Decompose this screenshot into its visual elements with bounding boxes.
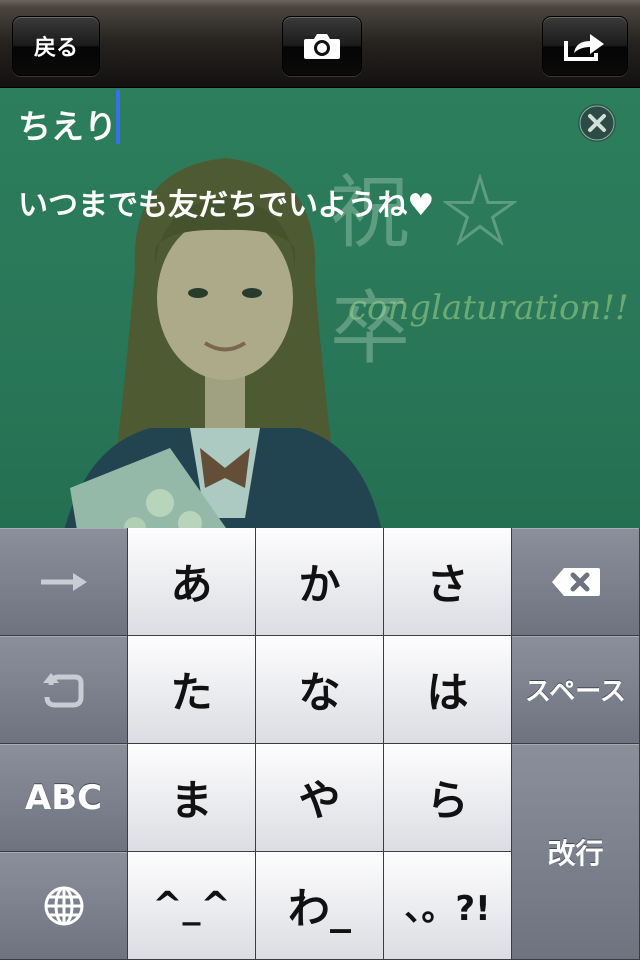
key-a[interactable]: あ	[128, 528, 256, 636]
message-text-field[interactable]: いつまでも友だちでいようね♥	[18, 180, 434, 224]
key-label: な	[298, 668, 341, 717]
return-key[interactable]: 改行	[512, 744, 640, 960]
share-icon	[564, 34, 604, 61]
photo-editor[interactable]: 祝☆卒 conglaturation!! ちえり いつまでも友だちでいようね♥	[0, 88, 640, 528]
key-label: や	[298, 776, 341, 825]
abc-key-label: ABC	[24, 777, 103, 818]
arrow-right-icon	[40, 572, 87, 591]
key-label: さ	[426, 560, 469, 609]
space-key[interactable]: スペース	[512, 636, 640, 744]
space-key-label: スペース	[525, 677, 626, 707]
key-label: た	[170, 668, 213, 717]
key-sa[interactable]: さ	[384, 528, 512, 636]
back-button[interactable]: 戻る	[12, 16, 100, 76]
key-wa[interactable]: わ_	[256, 852, 384, 960]
return-key-label: 改行	[547, 836, 604, 870]
text-cursor	[116, 90, 120, 144]
undo-icon	[42, 672, 83, 707]
key-label: ま	[170, 776, 213, 825]
camera-icon	[304, 34, 340, 59]
key-label: か	[298, 560, 341, 609]
photo-tint	[0, 88, 640, 528]
key-label: ら	[426, 776, 469, 825]
key-label: は	[426, 668, 469, 717]
key-ya[interactable]: や	[256, 744, 384, 852]
globe-icon	[44, 886, 83, 925]
backspace-icon	[551, 567, 600, 596]
clear-x-icon	[579, 105, 615, 141]
globe-key[interactable]	[0, 852, 128, 960]
share-button[interactable]	[542, 16, 628, 76]
key-emoticon[interactable]: ^_^	[128, 852, 256, 960]
top-toolbar: 戻る	[0, 0, 640, 88]
camera-button[interactable]	[282, 16, 362, 76]
key-ma[interactable]: ま	[128, 744, 256, 852]
key-ha[interactable]: は	[384, 636, 512, 744]
key-ra[interactable]: ら	[384, 744, 512, 852]
key-label: あ	[170, 560, 213, 609]
key-label: 、。?!	[404, 889, 491, 929]
name-text-field[interactable]: ちえり	[18, 100, 117, 148]
key-ta[interactable]: た	[128, 636, 256, 744]
key-label: わ_	[287, 884, 351, 933]
key-na[interactable]: な	[256, 636, 384, 744]
backspace-key[interactable]	[512, 528, 640, 636]
key-label: ^_^	[152, 885, 231, 926]
back-button-label: 戻る	[33, 36, 78, 61]
clear-text-button[interactable]	[578, 104, 616, 142]
key-ka[interactable]: か	[256, 528, 384, 636]
key-punctuation[interactable]: 、。?!	[384, 852, 512, 960]
abc-key[interactable]: ABC	[0, 744, 128, 852]
flick-keyboard: あ か さ た な は スペース ABC ま や ら 改行 ^_^ わ_ 、。?…	[0, 528, 640, 960]
undo-key[interactable]	[0, 636, 128, 744]
next-char-key[interactable]	[0, 528, 128, 636]
